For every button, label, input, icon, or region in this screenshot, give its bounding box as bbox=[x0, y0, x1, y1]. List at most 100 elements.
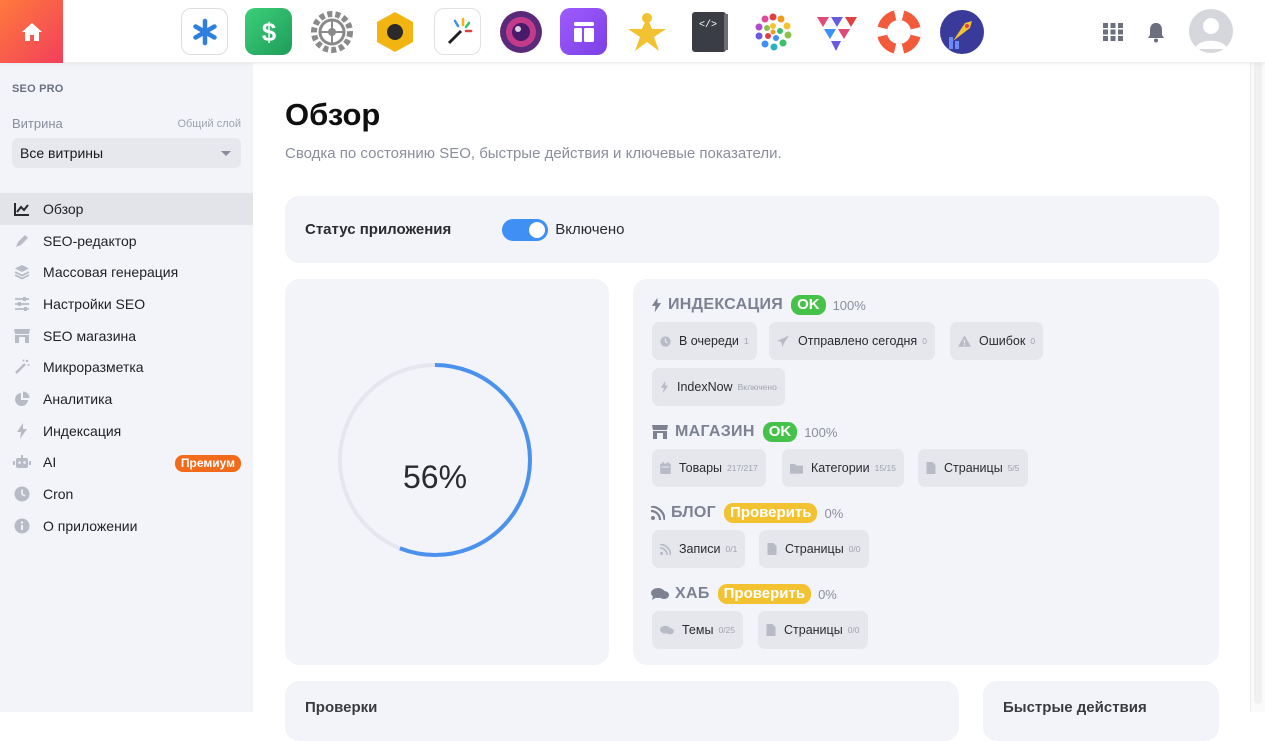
section-name: МАГАЗИН bbox=[675, 423, 755, 440]
chip-label: Отправлено сегодня bbox=[798, 334, 918, 348]
status-badge: OK bbox=[762, 422, 798, 442]
sidebar-item-about[interactable]: О приложении bbox=[0, 510, 253, 542]
sidebar-item-store-seo[interactable]: SEO магазина bbox=[0, 320, 253, 352]
chip-count: Включено bbox=[737, 382, 777, 392]
page-title: Обзор bbox=[285, 97, 381, 132]
sidebar: SEO PRO Витрина Общий слой Все витрины О… bbox=[0, 63, 253, 712]
layout-app-icon[interactable] bbox=[560, 8, 607, 55]
sliders-icon bbox=[13, 295, 31, 313]
chip-pages[interactable]: Страницы 5/5 bbox=[918, 449, 1028, 487]
sidebar-item-label: Настройки SEO bbox=[43, 295, 146, 312]
chip-count: 0/0 bbox=[847, 625, 860, 635]
chip-label: IndexNow bbox=[677, 380, 733, 394]
warning-icon bbox=[958, 335, 971, 347]
star-person-app-icon[interactable] bbox=[623, 8, 670, 55]
premium-badge: Премиум bbox=[174, 454, 241, 472]
checks-card: Проверки bbox=[285, 681, 959, 741]
sidebar-item-label: Микроразметка bbox=[43, 359, 144, 376]
sidebar-item-label: AI bbox=[43, 454, 57, 471]
comments-icon bbox=[660, 625, 674, 636]
send-icon bbox=[777, 335, 790, 347]
sidebar-item-cron[interactable]: Cron bbox=[0, 478, 253, 510]
chip-count: 5/5 bbox=[1007, 463, 1020, 473]
sidebar-item-label: Индексация bbox=[43, 422, 122, 439]
mosaic-app-icon[interactable] bbox=[749, 8, 796, 55]
sidebar-item-mass-generation[interactable]: Массовая генерация bbox=[0, 256, 253, 288]
sidebar-item-label: Обзор bbox=[43, 200, 84, 217]
pie-chart-icon bbox=[13, 390, 31, 408]
status-badge: OK bbox=[791, 295, 826, 315]
rocket-app-icon[interactable] bbox=[938, 8, 985, 55]
page-scrollbar[interactable] bbox=[1250, 0, 1265, 712]
chip-posts[interactable]: Записи 0/1 bbox=[652, 530, 746, 568]
sidebar-item-analytics[interactable]: Аналитика bbox=[0, 383, 253, 415]
sidebar-item-label: Аналитика bbox=[43, 390, 113, 407]
pen-icon bbox=[13, 232, 31, 250]
app-status-label: Статус приложения bbox=[305, 221, 452, 238]
storefront-select[interactable]: Все витрины bbox=[12, 138, 241, 168]
lifebuoy-app-icon[interactable] bbox=[875, 8, 922, 55]
folder-icon bbox=[790, 463, 803, 474]
chip-label: Темы bbox=[682, 623, 714, 637]
sidebar-item-indexing[interactable]: Индексация bbox=[0, 415, 253, 447]
sidebar-item-overview[interactable]: Обзор bbox=[0, 193, 253, 225]
chip-count: 0/1 bbox=[725, 544, 738, 554]
robot-icon bbox=[13, 453, 31, 471]
storefront-label-row: Витрина Общий слой bbox=[12, 116, 241, 131]
top-bar: $ </> bbox=[0, 0, 1265, 63]
notifications-button[interactable] bbox=[1146, 21, 1166, 43]
chip-label: Ошибок bbox=[979, 334, 1026, 348]
sidebar-item-ai[interactable]: AI Премиум bbox=[0, 447, 253, 479]
hexagon-app-icon[interactable] bbox=[371, 8, 418, 55]
user-avatar[interactable] bbox=[1189, 9, 1233, 53]
chip-topics[interactable]: Темы 0/25 bbox=[652, 611, 744, 649]
gear-app-icon[interactable] bbox=[308, 8, 355, 55]
sidebar-item-seo-settings[interactable]: Настройки SEO bbox=[0, 288, 253, 320]
status-badge: Проверить bbox=[724, 503, 818, 523]
chip-hub-pages[interactable]: Страницы 0/0 bbox=[758, 611, 868, 649]
sidebar-item-label: SEO магазина bbox=[43, 327, 137, 344]
chip-blog-pages[interactable]: Страницы 0/0 bbox=[759, 530, 869, 568]
sidebar-item-label: Cron bbox=[43, 486, 74, 503]
triangles-app-icon[interactable] bbox=[812, 8, 859, 55]
chip-products[interactable]: Товары 217/217 bbox=[652, 449, 766, 487]
dollar-app-icon[interactable]: $ bbox=[245, 8, 292, 55]
section-percent: 0% bbox=[824, 505, 844, 521]
chip-indexnow[interactable]: IndexNow Включено bbox=[652, 368, 785, 406]
magic-wand-app-icon[interactable] bbox=[434, 8, 481, 55]
clock-icon bbox=[660, 335, 671, 347]
asterisk-app-icon[interactable] bbox=[181, 8, 228, 55]
storefront-select-value: Все витрины bbox=[20, 145, 104, 161]
checks-title: Проверки bbox=[305, 699, 378, 716]
scrollbar-thumb[interactable] bbox=[1254, 4, 1262, 704]
chip-categories[interactable]: Категории 15/15 bbox=[782, 449, 904, 487]
sidebar-item-seo-editor[interactable]: SEO-редактор bbox=[0, 225, 253, 257]
section-store-header: МАГАЗИН OK 100% bbox=[651, 422, 837, 442]
home-button[interactable] bbox=[0, 0, 63, 63]
chip-label: В очереди bbox=[679, 334, 739, 348]
chip-label: Записи bbox=[679, 542, 721, 556]
status-badge: Проверить bbox=[717, 584, 812, 604]
page-subtitle: Сводка по состоянию SEO, быстрые действи… bbox=[285, 145, 782, 162]
chevron-down-icon bbox=[221, 151, 231, 156]
chip-count: 217/217 bbox=[727, 463, 758, 473]
toggle-knob bbox=[529, 221, 546, 238]
section-percent: 0% bbox=[818, 586, 837, 602]
sidebar-item-label: О приложении bbox=[43, 517, 138, 534]
sidebar-item-label: SEO-редактор bbox=[43, 232, 137, 249]
chip-errors[interactable]: Ошибок 0 bbox=[950, 322, 1044, 360]
sidebar-item-markup[interactable]: Микроразметка bbox=[0, 351, 253, 383]
chip-queue[interactable]: В очереди 1 bbox=[652, 322, 757, 360]
layer-label: Общий слой bbox=[177, 117, 241, 130]
section-name: БЛОГ bbox=[671, 504, 717, 521]
chip-sent-today[interactable]: Отправлено сегодня 0 bbox=[769, 322, 935, 360]
svg-text:$: $ bbox=[261, 17, 276, 47]
rss-icon bbox=[651, 506, 665, 520]
app-status-toggle[interactable] bbox=[502, 218, 549, 241]
camera-lens-app-icon[interactable] bbox=[497, 8, 544, 55]
main-content: Обзор Сводка по состоянию SEO, быстрые д… bbox=[253, 63, 1265, 741]
apps-grid-button[interactable] bbox=[1102, 22, 1124, 42]
code-book-app-icon[interactable]: </> bbox=[686, 8, 733, 55]
partial-app-icon[interactable] bbox=[1001, 8, 1021, 55]
grid-icon bbox=[1103, 23, 1123, 41]
